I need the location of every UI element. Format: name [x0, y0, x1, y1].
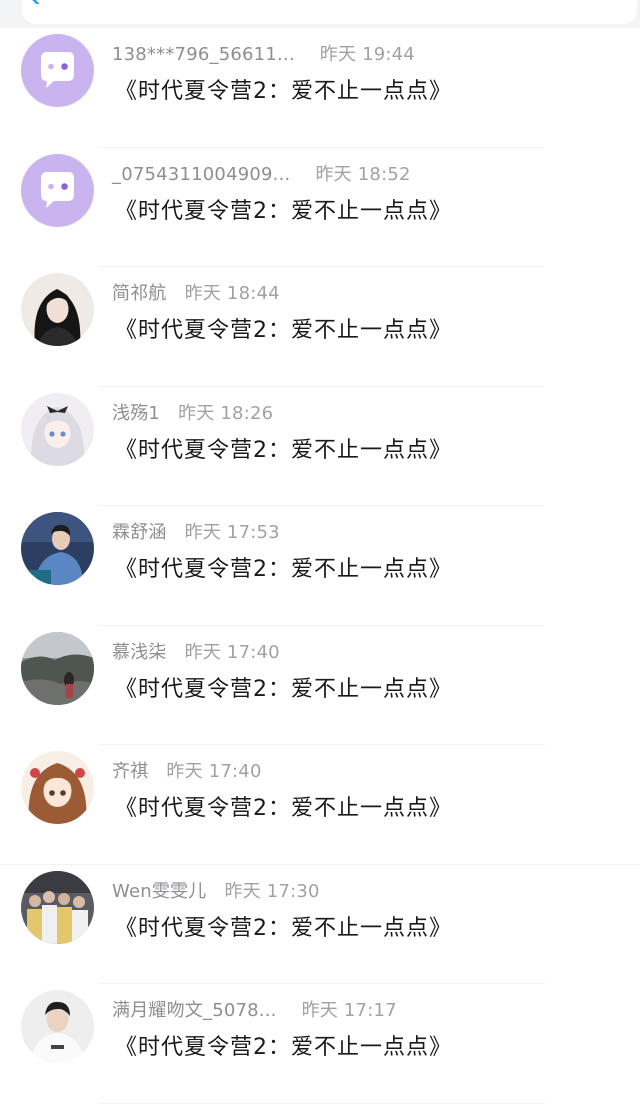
sender-name: 满月耀吻文_5078... — [112, 1000, 277, 1021]
list-item[interactable]: 简祁航 昨天 18:44 《时代夏令营2：爱不止一点点》 — [0, 267, 640, 387]
message-text: 《时代夏令营2：爱不止一点点》 — [115, 1035, 452, 1060]
sender-name: Wen雯雯儿 — [112, 880, 207, 902]
sender-name: 浅殇1 — [112, 402, 161, 424]
photo-group-avatar — [21, 870, 94, 944]
list-item[interactable]: 138***796_56611... 昨天 19:44 《时代夏令营2：爱不止一点… — [0, 28, 640, 148]
avatar[interactable] — [21, 990, 94, 1063]
message-text: 《时代夏令营2：爱不止一点点》 — [115, 318, 452, 343]
message-time: 昨天 18:52 — [315, 163, 411, 185]
message-list: 138***796_56611... 昨天 19:44 《时代夏令营2：爱不止一点… — [0, 28, 640, 1104]
sender-name: _0754311004909... — [112, 163, 291, 185]
message-time: 昨天 17:17 — [301, 1000, 397, 1021]
message-time: 昨天 17:30 — [224, 880, 320, 902]
sender-line: 满月耀吻文_5078... 昨天 17:17 — [112, 996, 397, 1022]
message-text: 《时代夏令营2：爱不止一点点》 — [115, 915, 452, 941]
back-arrow-icon[interactable] — [28, 0, 42, 4]
photo-grey-landscape-avatar — [21, 631, 94, 705]
sender-line: _0754311004909... 昨天 18:52 — [112, 160, 411, 186]
sender-name: 138***796_56611... — [112, 44, 295, 65]
message-text: 《时代夏令营2：爱不止一点点》 — [115, 437, 452, 463]
photo-white-shirt-boy-avatar — [21, 990, 94, 1063]
message-text: 《时代夏令营2：爱不止一点点》 — [115, 676, 452, 702]
sender-line: 简祁航 昨天 18:44 — [112, 279, 280, 305]
list-item[interactable]: Wen雯雯儿 昨天 17:30 《时代夏令营2：爱不止一点点》 — [0, 865, 640, 985]
sender-line: 138***796_56611... 昨天 19:44 — [112, 40, 415, 66]
anime-brown-hair-girl-avatar — [21, 751, 94, 824]
message-text: 《时代夏令营2：爱不止一点点》 — [115, 198, 452, 224]
sender-name: 简祁航 — [112, 283, 167, 304]
default-chat-avatar-icon — [21, 34, 94, 107]
sender-line: 浅殇1 昨天 18:26 — [112, 399, 273, 425]
avatar[interactable] — [21, 273, 94, 346]
list-item[interactable]: 霖舒涵 昨天 17:53 《时代夏令营2：爱不止一点点》 — [0, 506, 640, 626]
photo-blue-shirt-boy-avatar — [21, 512, 94, 585]
default-chat-avatar-icon — [21, 153, 94, 227]
anime-silver-hair-girl-avatar — [21, 392, 94, 466]
list-item[interactable]: 齐祺 昨天 17:40 《时代夏令营2：爱不止一点点》 — [0, 745, 640, 865]
avatar[interactable] — [21, 751, 94, 824]
message-time: 昨天 19:44 — [319, 44, 415, 65]
avatar[interactable] — [21, 512, 94, 585]
list-item[interactable]: 慕浅柒 昨天 17:40 《时代夏令营2：爱不止一点点》 — [0, 626, 640, 746]
avatar[interactable] — [21, 870, 94, 944]
list-item[interactable]: 满月耀吻文_5078... 昨天 17:17 《时代夏令营2：爱不止一点点》 — [0, 984, 640, 1104]
top-bar — [0, 0, 640, 28]
sender-line: Wen雯雯儿 昨天 17:30 — [112, 877, 320, 903]
avatar[interactable] — [21, 34, 94, 107]
message-time: 昨天 17:40 — [166, 761, 262, 782]
photo-dark-hair-girl-avatar — [21, 273, 94, 346]
list-item[interactable]: _0754311004909... 昨天 18:52 《时代夏令营2：爱不止一点点… — [0, 148, 640, 268]
message-time: 昨天 18:26 — [178, 402, 274, 424]
message-text: 《时代夏令营2：爱不止一点点》 — [115, 79, 452, 104]
sender-line: 齐祺 昨天 17:40 — [112, 757, 262, 783]
avatar[interactable] — [21, 392, 94, 466]
sender-line: 慕浅柒 昨天 17:40 — [112, 638, 280, 664]
top-card — [22, 0, 637, 24]
message-time: 昨天 18:44 — [184, 283, 280, 304]
message-time: 昨天 17:53 — [184, 522, 280, 543]
avatar[interactable] — [21, 631, 94, 705]
list-item[interactable]: 浅殇1 昨天 18:26 《时代夏令营2：爱不止一点点》 — [0, 387, 640, 507]
message-text: 《时代夏令营2：爱不止一点点》 — [115, 796, 452, 821]
avatar[interactable] — [21, 153, 94, 227]
sender-name: 霖舒涵 — [112, 522, 167, 543]
message-time: 昨天 17:40 — [184, 641, 280, 663]
sender-name: 齐祺 — [112, 761, 149, 782]
sender-line: 霖舒涵 昨天 17:53 — [112, 518, 280, 544]
sender-name: 慕浅柒 — [112, 641, 167, 663]
message-text: 《时代夏令营2：爱不止一点点》 — [115, 557, 452, 582]
